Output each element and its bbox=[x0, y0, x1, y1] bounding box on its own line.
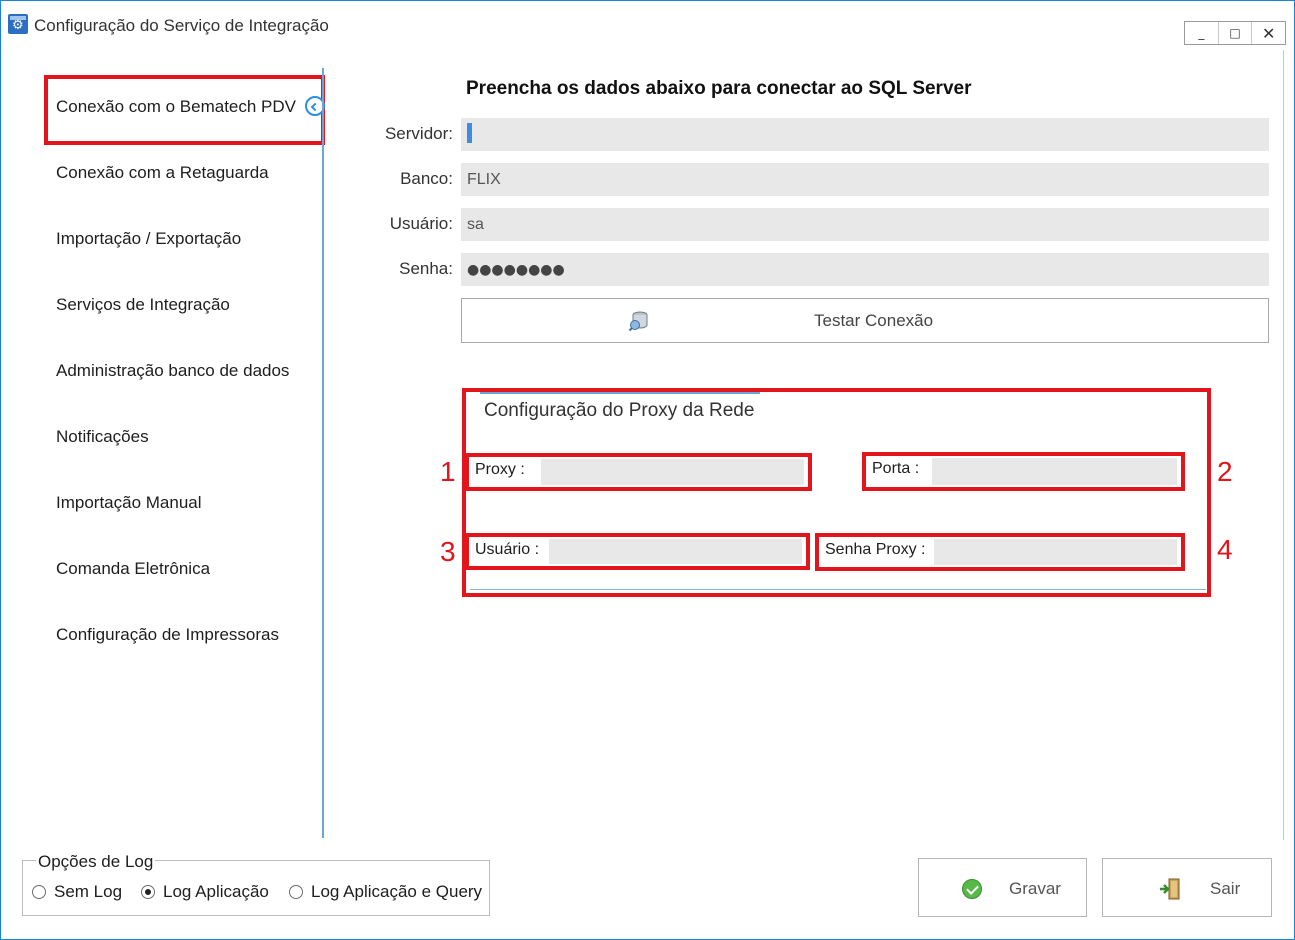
sidebar-item-importacao-manual[interactable]: Importação Manual bbox=[56, 493, 202, 513]
marker-3: 3 bbox=[440, 536, 456, 567]
radio-log-aplicacao-query-label: Log Aplicação e Query bbox=[311, 882, 483, 901]
sql-heading: Preencha os dados abaixo para conectar a… bbox=[466, 78, 972, 99]
check-circle-icon bbox=[962, 879, 982, 899]
sidebar-item-servicos-integracao[interactable]: Serviços de Integração bbox=[56, 295, 230, 315]
radio-sem-log[interactable]: Sem Log bbox=[32, 882, 122, 902]
banco-field[interactable]: FLIX bbox=[461, 163, 1269, 196]
close-button[interactable]: ✕ bbox=[1252, 22, 1285, 44]
servidor-label: Servidor: bbox=[384, 124, 453, 143]
sidebar-item-impressoras[interactable]: Configuração de Impressoras bbox=[56, 625, 279, 645]
log-options-legend: Opções de Log bbox=[36, 852, 156, 872]
porta-field-group: Porta : bbox=[862, 452, 1185, 491]
exit-door-icon bbox=[1160, 878, 1180, 900]
marker-4: 4 bbox=[1217, 534, 1233, 565]
exit-button-label: Sair bbox=[1210, 879, 1241, 898]
banco-label: Banco: bbox=[400, 169, 453, 188]
proxy-usuario-input[interactable] bbox=[549, 539, 802, 564]
radio-log-aplicacao-indicator[interactable] bbox=[141, 885, 155, 899]
porta-label: Porta : bbox=[872, 460, 920, 477]
test-connection-button[interactable]: Testar Conexão bbox=[461, 298, 1269, 343]
window-controls: _ □ ✕ bbox=[1184, 21, 1286, 45]
sidebar-divider bbox=[322, 68, 324, 838]
proxy-usuario-field-group: Usuário : bbox=[465, 533, 810, 570]
maximize-button[interactable]: □ bbox=[1219, 22, 1253, 44]
senha-value: ●●●●●●●● bbox=[467, 262, 565, 278]
proxy-input[interactable] bbox=[541, 459, 804, 485]
proxy-title: Configuração do Proxy da Rede bbox=[484, 400, 755, 421]
proxy-group-bottom-border bbox=[470, 589, 1206, 590]
senha-label: Senha: bbox=[399, 259, 453, 278]
marker-2: 2 bbox=[1217, 456, 1233, 487]
save-button-label: Gravar bbox=[1009, 879, 1061, 898]
senha-proxy-label: Senha Proxy : bbox=[825, 541, 926, 558]
app-gear-icon bbox=[8, 14, 28, 34]
radio-log-aplicacao-label: Log Aplicação bbox=[163, 882, 269, 901]
database-icon bbox=[628, 311, 648, 332]
radio-log-aplicacao[interactable]: Log Aplicação bbox=[141, 882, 269, 902]
senha-field[interactable]: ●●●●●●●● bbox=[461, 253, 1269, 286]
sidebar-item-importacao-exportacao[interactable]: Importação / Exportação bbox=[56, 229, 241, 249]
marker-1: 1 bbox=[440, 456, 456, 487]
sidebar-item-bematech-pdv[interactable]: Conexão com o Bematech PDV bbox=[56, 97, 296, 117]
window-title: Configuração do Serviço de Integração bbox=[34, 16, 329, 35]
radio-sem-log-indicator[interactable] bbox=[32, 885, 46, 899]
senha-proxy-input[interactable] bbox=[934, 539, 1177, 565]
sidebar-item-administracao-banco[interactable]: Administração banco de dados bbox=[56, 361, 289, 381]
proxy-usuario-label: Usuário : bbox=[475, 541, 540, 558]
test-connection-label: Testar Conexão bbox=[814, 311, 934, 330]
sidebar-item-comanda-eletronica[interactable]: Comanda Eletrônica bbox=[56, 559, 210, 579]
exit-button[interactable]: Sair bbox=[1102, 858, 1272, 917]
porta-input[interactable] bbox=[932, 458, 1177, 485]
window-right-border bbox=[1283, 50, 1284, 840]
proxy-label: Proxy : bbox=[475, 461, 525, 478]
minimize-button[interactable]: _ bbox=[1185, 22, 1219, 44]
radio-log-aplicacao-query-indicator[interactable] bbox=[289, 885, 303, 899]
servidor-field[interactable] bbox=[461, 118, 1269, 151]
save-button[interactable]: Gravar bbox=[918, 858, 1087, 917]
sidebar-item-retaguarda[interactable]: Conexão com a Retaguarda bbox=[56, 163, 269, 183]
senha-proxy-field-group: Senha Proxy : bbox=[815, 533, 1185, 571]
proxy-group-top-border bbox=[480, 392, 760, 394]
usuario-field[interactable]: sa bbox=[461, 208, 1269, 241]
proxy-field-group: Proxy : bbox=[465, 453, 812, 491]
radio-log-aplicacao-query[interactable]: Log Aplicação e Query bbox=[289, 882, 482, 902]
usuario-label: Usuário: bbox=[389, 214, 453, 233]
banco-value: FLIX bbox=[467, 171, 501, 188]
text-cursor bbox=[467, 123, 472, 143]
sidebar-item-notificacoes[interactable]: Notificações bbox=[56, 427, 149, 447]
usuario-value: sa bbox=[467, 216, 484, 233]
radio-sem-log-label: Sem Log bbox=[54, 882, 123, 901]
